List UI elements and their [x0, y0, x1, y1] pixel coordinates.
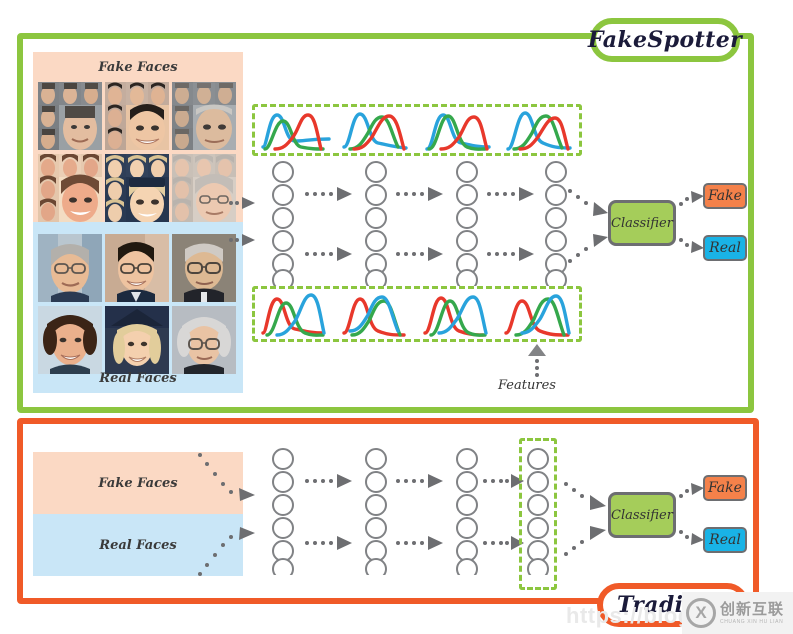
- real-face-photo-icon: [105, 234, 169, 302]
- distribution-curve-icon: [260, 113, 331, 151]
- real-face-photo: [105, 234, 169, 302]
- fake-face-mosaic-icon: [38, 154, 102, 222]
- distribution-curve-icon: [505, 111, 572, 151]
- bottom-curve-row: [255, 289, 579, 339]
- fake-face-mosaic-icon: [172, 154, 236, 222]
- real-face-photo-icon: [172, 234, 236, 302]
- top-feature-distribution-box: [252, 104, 582, 156]
- real-face-photo-icon: [38, 306, 102, 374]
- real-face-photo: [172, 306, 236, 374]
- distribution-curve-icon: [424, 113, 491, 151]
- real-face-photo: [105, 306, 169, 374]
- network-connection-arrows: [305, 187, 534, 261]
- network-layer: [272, 448, 294, 575]
- fake-face-thumbnail: [172, 154, 236, 222]
- traditional-feature-layer-box: [519, 438, 557, 590]
- fakespotter-neural-network: [272, 161, 567, 286]
- real-face-photo-icon: [105, 306, 169, 374]
- fakespotter-classifier-label: Classifier: [611, 215, 673, 231]
- traditional-output-fake[interactable]: Fake: [703, 475, 747, 501]
- real-face-photo: [38, 234, 102, 302]
- fakespotter-title-pill: FakeSpotter: [587, 18, 743, 62]
- traditional-classifier-label: Classifier: [611, 507, 673, 523]
- distribution-curve-icon: [422, 295, 488, 337]
- fakespotter-output-real-label: Real: [709, 240, 741, 256]
- traditional-output-fake-label: Fake: [708, 480, 742, 496]
- fake-face-mosaic-icon: [172, 82, 236, 150]
- logo-text: 创新互联 CHUANG XIN HU LIAN: [720, 599, 785, 625]
- distribution-curve-group: [341, 107, 412, 153]
- logo-pinyin-text: CHUANG XIN HU LIAN: [720, 618, 784, 625]
- distribution-curve-icon: [341, 295, 406, 337]
- site-logo-watermark: X 创新互联 CHUANG XIN HU LIAN: [682, 592, 793, 634]
- fake-face-thumbnail: [105, 154, 169, 222]
- fakespotter-input-arrows: [229, 197, 255, 246]
- network-layer: [272, 161, 294, 286]
- fakespotter-real-faces-label: Real Faces: [99, 371, 177, 386]
- distribution-curve-icon: [341, 112, 408, 151]
- network-layer: [545, 161, 567, 286]
- network-layer: [456, 161, 478, 286]
- fakespotter-output-real[interactable]: Real: [703, 235, 747, 261]
- fake-face-thumbnail: [38, 154, 102, 222]
- fake-face-thumbnail: [172, 82, 236, 150]
- distribution-curve-icon: [503, 294, 571, 337]
- fake-face-image-row: [38, 154, 238, 222]
- traditional-to-classifier-arrows: [564, 482, 606, 556]
- distribution-curve-group: [260, 289, 331, 339]
- real-face-photo-icon: [172, 306, 236, 374]
- real-face-image-row: [38, 234, 238, 302]
- fakespotter-classifier[interactable]: Classifier: [608, 200, 676, 246]
- distribution-curve-group: [423, 107, 493, 153]
- fakespotter-to-classifier-arrows: [568, 189, 608, 263]
- network-layer: [456, 448, 478, 575]
- fake-face-thumbnail: [38, 82, 102, 150]
- traditional-output-real[interactable]: Real: [703, 527, 747, 553]
- fakespotter-fake-faces-label: Fake Faces: [98, 60, 178, 75]
- fake-face-thumbnail: [105, 82, 169, 150]
- fakespotter-output-fake-label: Fake: [708, 188, 742, 204]
- distribution-curve-group: [260, 107, 331, 153]
- fake-face-mosaic-icon: [105, 82, 169, 150]
- fakespotter-title-text: FakeSpotter: [587, 27, 743, 53]
- diagram-canvas: FakeSpotter Traditional Fake Faces: [0, 0, 793, 634]
- network-connection-arrows: [305, 474, 524, 550]
- features-label: Features: [498, 378, 556, 393]
- fakespotter-fake-faces-panel: Fake Faces: [33, 52, 243, 222]
- top-curve-row: [255, 107, 579, 153]
- fakespotter-real-faces-panel: Real Faces: [33, 222, 243, 393]
- real-face-photo: [38, 306, 102, 374]
- network-layer: [365, 448, 387, 575]
- distribution-curve-group: [503, 289, 574, 339]
- logo-chinese-text: 创新互联: [720, 599, 785, 618]
- real-face-photo: [172, 234, 236, 302]
- traditional-classifier[interactable]: Classifier: [608, 492, 676, 538]
- logo-mark-icon: X: [686, 598, 716, 628]
- distribution-curve-group: [422, 289, 493, 339]
- network-layer: [365, 161, 387, 286]
- distribution-curve-group: [504, 107, 574, 153]
- fake-face-mosaic-icon: [105, 154, 169, 222]
- fakespotter-output-fake[interactable]: Fake: [703, 183, 747, 209]
- bottom-feature-distribution-box: [252, 286, 582, 342]
- fake-face-mosaic-icon: [38, 82, 102, 150]
- distribution-curve-group: [341, 289, 412, 339]
- fake-face-image-row: [38, 82, 238, 150]
- traditional-output-real-label: Real: [709, 532, 741, 548]
- real-face-image-row: [38, 306, 238, 374]
- distribution-curve-icon: [260, 293, 326, 337]
- real-face-photo-icon: [38, 234, 102, 302]
